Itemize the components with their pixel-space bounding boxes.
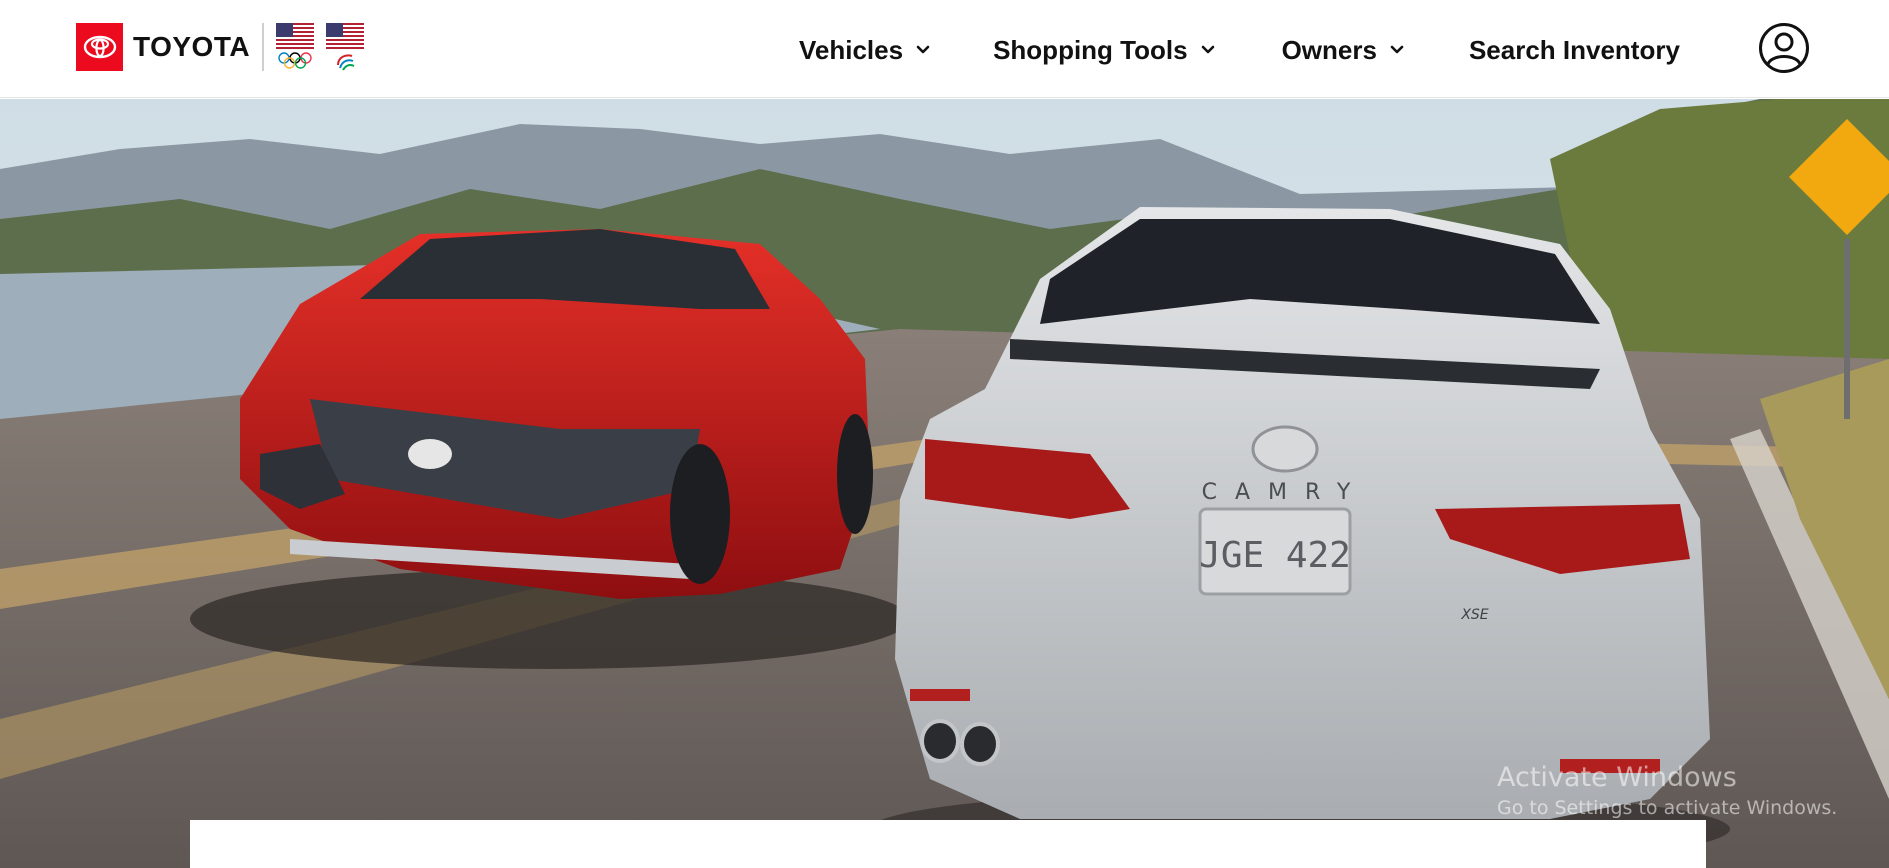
nav-search-inventory[interactable]: Search Inventory [1469, 35, 1680, 66]
toyota-emblem-icon [76, 23, 123, 71]
chevron-down-icon [916, 45, 930, 54]
user-account-icon[interactable] [1758, 22, 1810, 74]
nav-shopping-tools[interactable]: Shopping Tools [993, 35, 1215, 66]
brand-logo-link[interactable]: TOYOTA [76, 23, 365, 71]
windows-activation-watermark: Activate Windows Go to Settings to activ… [1497, 762, 1837, 819]
chevron-down-icon [1390, 45, 1404, 54]
nav-owners[interactable]: Owners [1282, 35, 1405, 66]
nav-search-inventory-label: Search Inventory [1468, 34, 1680, 65]
hero-trim-badge-text: XSE [1460, 607, 1488, 623]
nav-vehicles[interactable]: Vehicles [799, 35, 931, 66]
us-flag-paralympic-icon [326, 23, 365, 71]
site-header: TOYOTA Vehicles Shopping Tools Owners Se… [0, 0, 1889, 98]
hero-banner: JGE 422 CAMRY XSE [0, 99, 1889, 868]
main-nav: Vehicles Shopping Tools Owners Search In… [799, 28, 1680, 72]
nav-vehicles-label: Vehicles [799, 34, 904, 65]
watermark-line2: Go to Settings to activate Windows. [1497, 797, 1838, 819]
brand-divider [262, 23, 265, 71]
nav-owners-label: Owners [1281, 34, 1377, 65]
brand-name: TOYOTA [133, 31, 251, 62]
hero-license-plate-text: JGE 422 [1199, 535, 1351, 576]
content-card [190, 820, 1706, 868]
watermark-line1: Activate Windows [1497, 762, 1737, 793]
hero-image: JGE 422 CAMRY XSE [0, 99, 1889, 868]
hero-model-badge-text: CAMRY [1202, 480, 1369, 505]
chevron-down-icon [1201, 45, 1214, 54]
nav-shopping-tools-label: Shopping Tools [993, 34, 1188, 65]
us-flag-olympic-icon [276, 23, 315, 71]
